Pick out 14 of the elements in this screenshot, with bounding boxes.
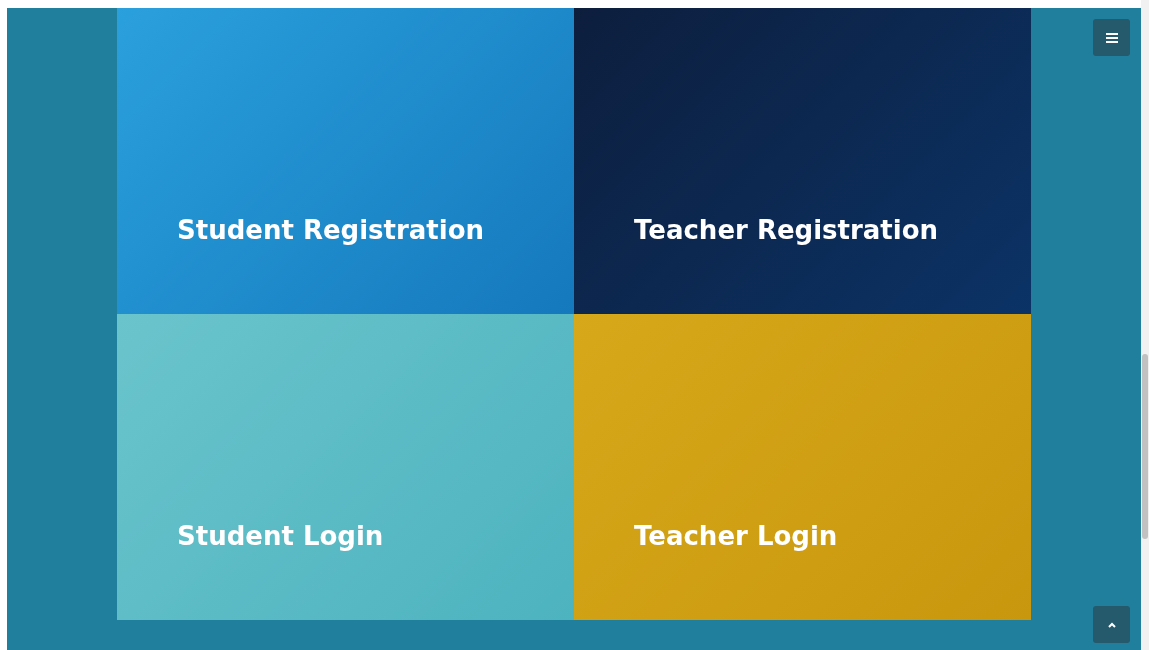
scrollbar[interactable] [1141,0,1149,650]
photo-tile-link[interactable]: Teacher Registration [574,8,1031,314]
tile-title: Teacher Registration [634,214,939,247]
photo-tile-link[interactable]: Student Login [117,314,574,620]
tile-title: Teacher Login [634,520,838,553]
scrollbar-thumb[interactable] [1142,354,1148,539]
menu-icon [1105,32,1118,43]
caret-up-icon [1107,621,1116,628]
scroll-to-top-button[interactable] [1093,606,1130,643]
photo-tile-link[interactable]: Teacher Login [574,314,1031,620]
photo-tile-link[interactable]: Student Registration [117,8,574,314]
menu-button[interactable] [1093,19,1130,56]
tile-title: Student Login [177,520,384,553]
tile-title: Student Registration [177,214,485,247]
